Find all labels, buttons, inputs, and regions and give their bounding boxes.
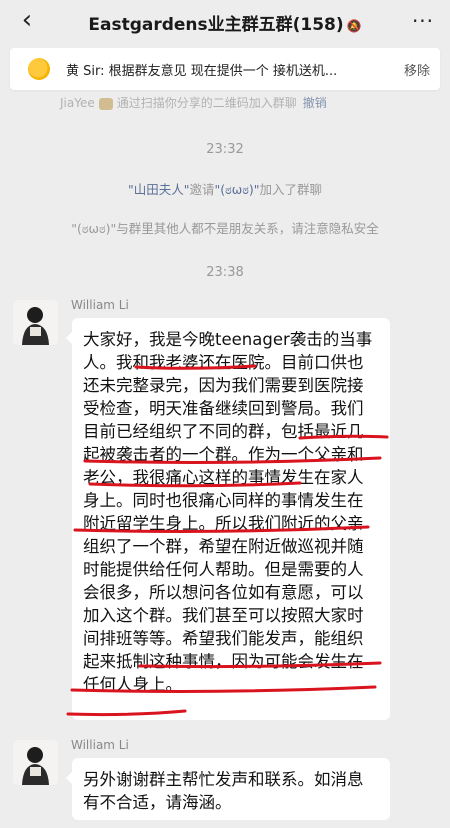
mini-avatar-icon [98, 97, 113, 110]
join-notice-text: 通过扫描你分享的二维码加入群聊 [116, 96, 297, 110]
invite-verb: 邀请 [189, 182, 215, 197]
avatar-photo-icon [13, 300, 58, 345]
inviter-name[interactable]: "山田夫人" [128, 182, 190, 197]
message-text: 另外谢谢群主帮忙发声和联系。如消息有不合适，请海涵。 [83, 770, 364, 812]
invitee-name[interactable]: "(ಠωಠ)" [215, 182, 260, 197]
timestamp: 23:32 [206, 142, 244, 157]
message-bubble[interactable]: 另外谢谢群主帮忙发声和联系。如消息有不合适，请海涵。 [66, 758, 390, 820]
chat-title: Eastgardens业主群五群(158) 🔕 [60, 10, 390, 35]
avatar[interactable] [13, 300, 58, 345]
message-bubble[interactable]: 大家好，我是今晚teenager袭击的当事人。我和我老婆还在医院。目前口供也还未… [66, 318, 390, 720]
chat-title-text: Eastgardens业主群五群(158) [88, 15, 344, 35]
sender-name: William Li [71, 298, 129, 312]
mute-icon: 🔕 [346, 19, 362, 33]
remove-pinned-button[interactable]: 移除 [404, 60, 430, 79]
avatar[interactable] [13, 740, 58, 785]
message-text: 大家好，我是今晚teenager袭击的当事人。我和我老婆还在医院。目前口供也还未… [83, 330, 373, 694]
chevron-left-icon[interactable]: ‹ [14, 6, 40, 36]
sun-icon [28, 58, 50, 80]
timestamp: 23:38 [206, 265, 244, 280]
sender-name: William Li [71, 738, 129, 752]
avatar-photo-icon [13, 740, 58, 785]
more-dots-icon[interactable]: ··· [406, 6, 440, 36]
system-message-invite: "山田夫人"邀请"(ಠωಠ)"加入了群聊 [0, 179, 450, 198]
pinned-message-text[interactable]: 黄 Sir: 根据群友意见 现在提供一个 接机送机... [66, 60, 366, 79]
invite-end: 加入了群聊 [259, 182, 322, 197]
system-message-privacy: "(ಠωಠ)"与群里其他人都不是朋友关系，请注意隐私安全 [71, 221, 379, 236]
top-bar: ‹ Eastgardens业主群五群(158) 🔕 ··· [0, 0, 450, 46]
join-notice-partial: JiaYee 通过扫描你分享的二维码加入群聊 撤销 [60, 94, 327, 111]
undo-link[interactable]: 撤销 [303, 96, 327, 110]
joiner-name: JiaYee [60, 96, 95, 110]
pinned-message-bar[interactable]: 黄 Sir: 根据群友意见 现在提供一个 接机送机... 移除 [10, 48, 440, 90]
